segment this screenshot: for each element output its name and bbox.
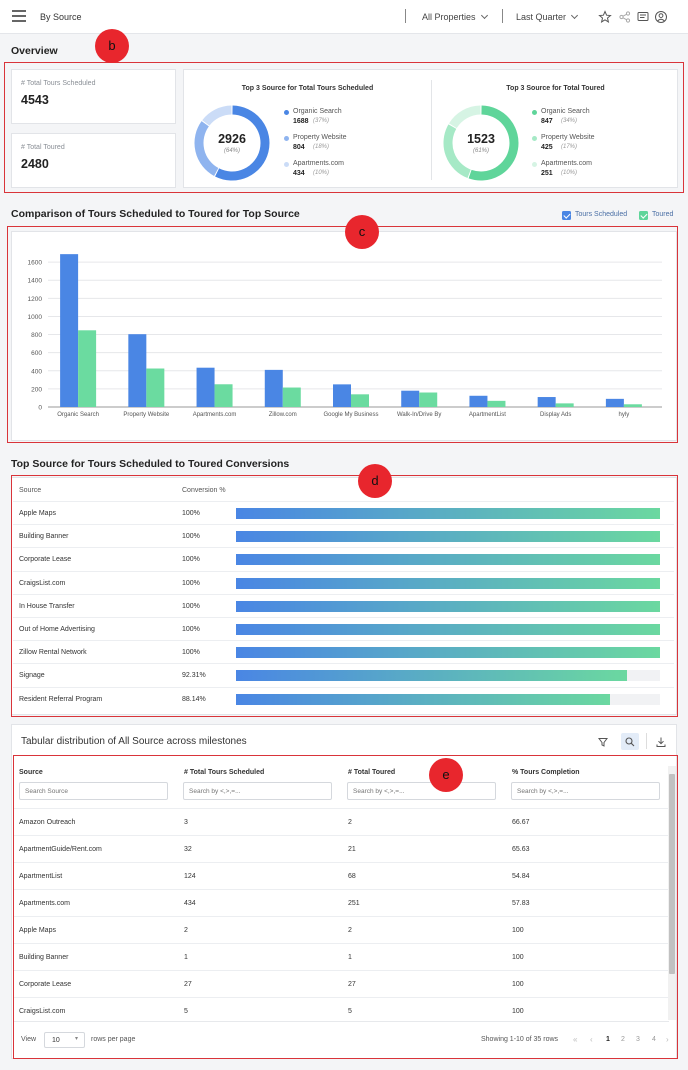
- legend-label: Tours Scheduled: [575, 211, 628, 218]
- page-title: By Source: [40, 12, 82, 22]
- legend-label: Toured: [652, 211, 674, 218]
- period-filter[interactable]: Last Quarter: [516, 11, 579, 22]
- chevron-down-icon: [570, 11, 579, 20]
- checkbox-tours-scheduled[interactable]: [562, 211, 571, 220]
- table-title: Tabular distribution of All Source acros…: [21, 736, 247, 747]
- overview-title: Overview: [11, 45, 58, 57]
- user-icon[interactable]: [654, 10, 668, 24]
- marker-e: e: [429, 758, 463, 792]
- divider: [646, 733, 647, 749]
- highlight-box-e: [13, 755, 678, 1059]
- marker-b: b: [95, 29, 129, 63]
- checkbox-toured[interactable]: [639, 211, 648, 220]
- search-button[interactable]: [621, 733, 639, 750]
- conversions-title: Top Source for Tours Scheduled to Toured…: [11, 458, 290, 470]
- chevron-down-icon: [480, 11, 488, 20]
- property-filter[interactable]: All Properties: [422, 11, 488, 22]
- comparison-title: Comparison of Tours Scheduled to Toured …: [11, 208, 300, 220]
- menu-icon[interactable]: [12, 10, 26, 22]
- search-icon: [625, 737, 635, 747]
- divider: [502, 9, 503, 23]
- comment-icon[interactable]: [636, 10, 650, 24]
- star-icon[interactable]: [598, 10, 612, 24]
- share-icon[interactable]: [618, 10, 632, 24]
- highlight-box-c: [7, 226, 678, 443]
- marker-d: d: [358, 464, 392, 498]
- download-icon[interactable]: [655, 736, 667, 748]
- top-bar: By Source All Properties Last Quarter: [0, 0, 688, 34]
- divider: [405, 9, 406, 23]
- filter-icon[interactable]: [597, 736, 609, 748]
- marker-c: c: [345, 215, 379, 249]
- highlight-box-b: [4, 62, 684, 193]
- highlight-box-d: [11, 475, 678, 717]
